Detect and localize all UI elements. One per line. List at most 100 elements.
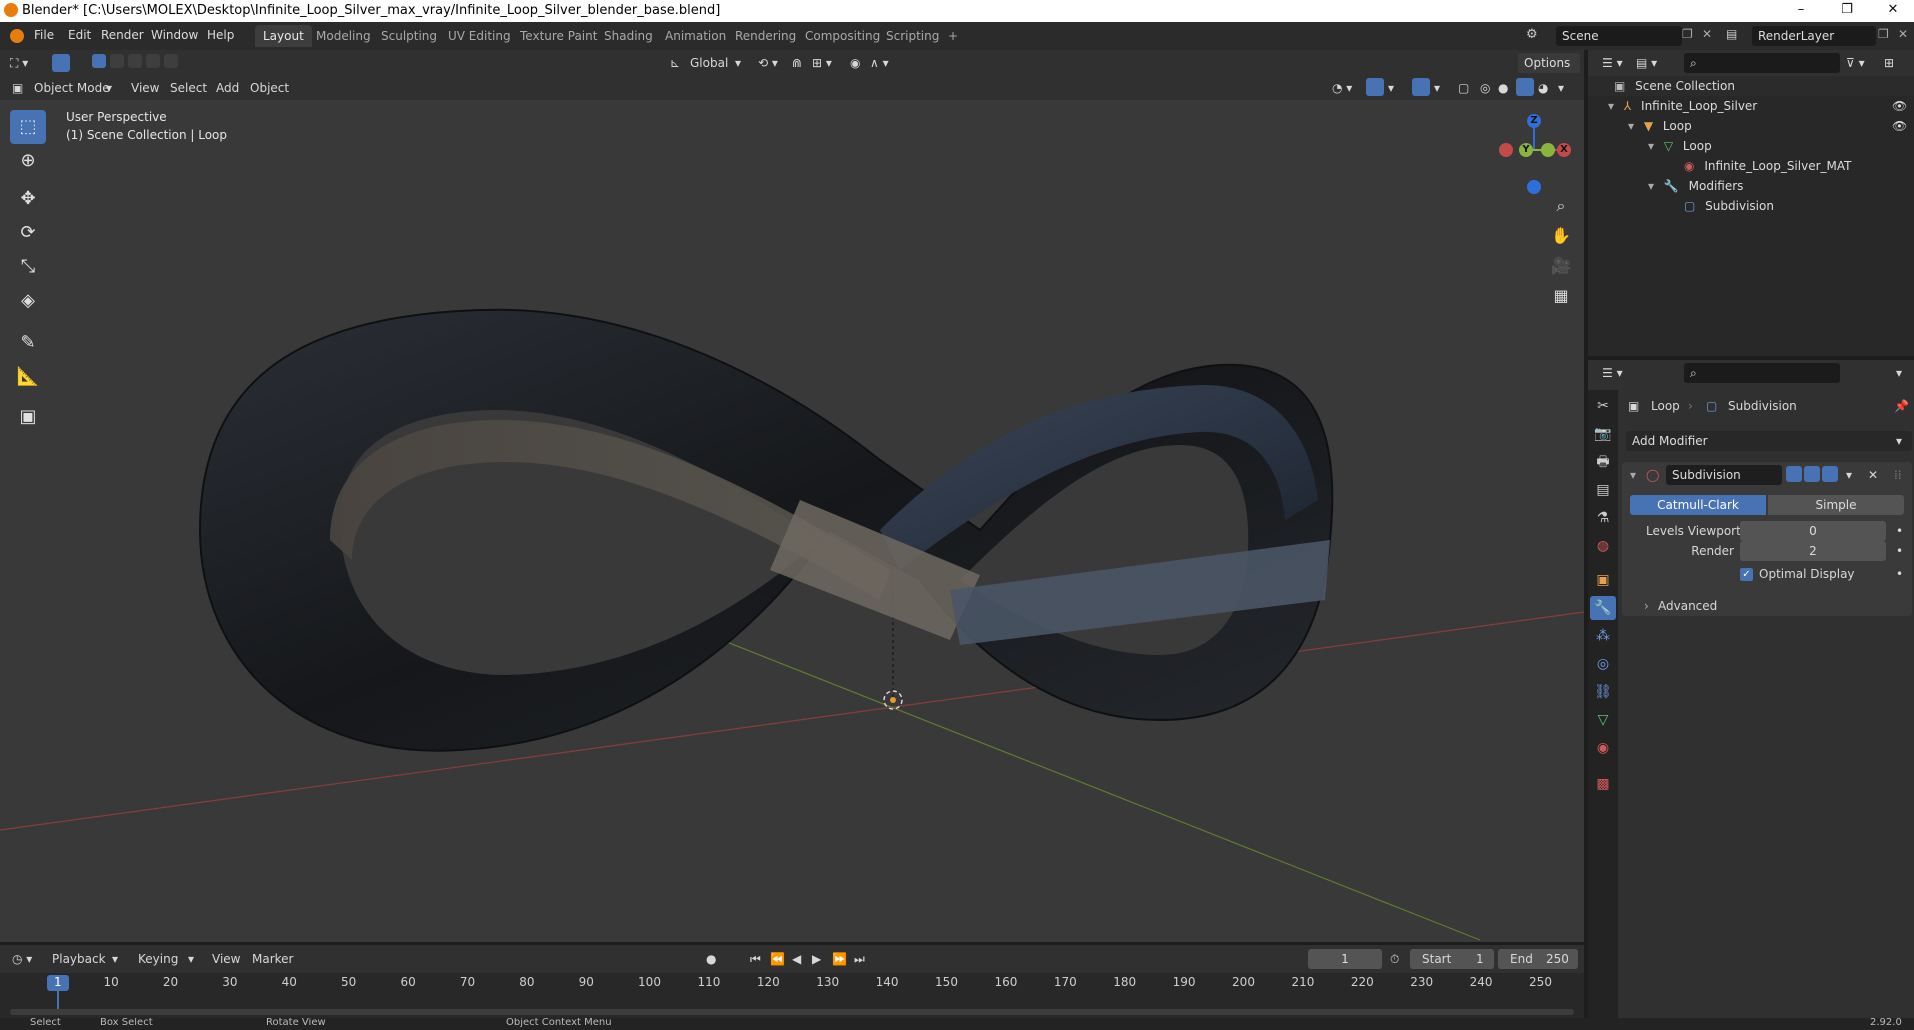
menu-select[interactable]: Select [170,78,207,98]
jump-keyframe-forward-icon[interactable]: ⏩ [832,949,847,969]
tool-rotate-icon[interactable]: ⟳ [10,216,46,250]
drag-handle-icon[interactable]: ⁞⁞ [1894,465,1902,485]
snap-icon[interactable]: ⋒ [792,53,802,73]
outliner-row-scene-collection[interactable]: ▣ Scene Collection [1588,76,1914,96]
shading-chevron-icon[interactable]: ▾ [1558,78,1564,98]
jump-start-icon[interactable]: ⏮ [750,949,761,969]
collapse-modifier-icon[interactable]: ▾ [1630,465,1636,485]
properties-options-chevron-icon[interactable]: ▾ [1896,363,1902,383]
view-layer-tab-icon[interactable]: ▤ [1590,478,1616,502]
menu-object[interactable]: Object [250,78,289,98]
tool-add-cube-icon[interactable]: ▣ [10,400,46,434]
modifier-tab-icon[interactable]: 🔧 [1590,596,1616,620]
tab-compositing[interactable]: Compositing [797,25,888,47]
shading-rendered-icon[interactable]: ◕ [1538,78,1548,98]
gizmo-neg-x-axis[interactable] [1499,143,1513,157]
scene-browse-icon[interactable]: ⚙ [1526,27,1538,42]
select-mode-new-icon[interactable] [92,54,106,68]
visibility-eye-icon[interactable]: 👁 [1892,116,1907,136]
menu-help[interactable]: Help [207,28,234,42]
expand-arrow-icon[interactable]: ▾ [1648,179,1654,193]
tab-layout[interactable]: Layout [255,25,312,47]
new-collection-icon[interactable]: ⊞ [1884,53,1894,73]
outliner-row-loop-object[interactable]: ▾ ▼ Loop 👁 [1588,116,1914,136]
auto-keying-icon[interactable]: ● [706,949,716,969]
select-mode-invert-icon[interactable] [146,54,160,68]
menu-view[interactable]: View [131,78,159,98]
advanced-expand-icon[interactable]: › [1644,596,1649,616]
tab-uv-editing[interactable]: UV Editing [440,25,519,47]
infinity-loop-mesh[interactable] [198,308,1334,752]
gizmo-z-axis[interactable]: Z [1527,114,1541,128]
remove-modifier-icon[interactable]: ✕ [1868,465,1878,485]
play-icon[interactable]: ▶ [812,949,821,969]
gizmo-toggle-icon[interactable] [1366,78,1384,96]
gizmo-chevron-icon[interactable]: ▾ [1388,78,1394,98]
outliner-row-loop-mesh[interactable]: ▾ ▽ Loop [1588,136,1914,156]
material-tab-icon[interactable]: ◉ [1590,736,1616,760]
scene-remove-icon[interactable]: ✕ [1702,27,1712,41]
expand-arrow-icon[interactable]: ▾ [1628,119,1634,133]
outliner-row-infinite-loop-silver[interactable]: ▾ ⅄ Infinite_Loop_Silver 👁 [1588,96,1914,116]
menu-keying[interactable]: Keying [138,949,178,969]
view-layer-field[interactable]: RenderLayer [1752,26,1876,46]
expand-arrow-icon[interactable]: ▾ [1608,99,1614,113]
editor-type-icon[interactable]: ⛶ ▾ [10,53,28,73]
camera-view-icon[interactable]: 🎥 [1547,252,1575,280]
scene-copy-icon[interactable]: ❐ [1682,27,1693,41]
select-tool-icon[interactable] [52,54,70,72]
proportional-edit-icon[interactable]: ◉ [850,53,860,73]
menu-playback[interactable]: Playback [52,949,106,969]
gizmo-neg-z-axis[interactable] [1527,180,1541,194]
display-mode-icon[interactable]: ▤ ▾ [1636,53,1657,73]
physics-tab-icon[interactable]: ◎ [1590,652,1616,676]
filter-icon[interactable]: ⊽ ▾ [1846,53,1865,73]
view-layer-copy-icon[interactable]: ❐ [1878,27,1889,41]
tool-move-icon[interactable]: ✥ [10,182,46,216]
texture-tab-icon[interactable]: ▩ [1590,772,1616,796]
select-mode-intersect-icon[interactable] [164,54,178,68]
options-dropdown[interactable]: Options [1518,53,1580,73]
keyframe-dot-icon[interactable]: • [1896,521,1903,541]
select-mode-subtract-icon[interactable] [128,54,142,68]
overlay-chevron-icon[interactable]: ▾ [1434,78,1440,98]
menu-marker[interactable]: Marker [252,949,293,969]
shading-solid-icon[interactable]: ● [1498,78,1508,98]
shading-wireframe-icon[interactable]: ◎ [1480,78,1490,98]
tab-modeling[interactable]: Modeling [308,25,379,47]
tab-animation[interactable]: Animation [657,25,734,47]
minimize-button[interactable]: – [1778,0,1824,22]
tool-scale-icon[interactable]: ⤡ [10,250,46,284]
keyframe-dot-icon[interactable]: • [1896,564,1903,584]
timeline-scrollbar[interactable] [10,1009,1574,1015]
properties-editor-type-icon[interactable]: ☰ ▾ [1602,363,1623,383]
3d-viewport[interactable]: User Perspective (1) Scene Collection | … [0,100,1584,942]
tab-scripting[interactable]: Scripting [878,25,947,47]
blender-menu-icon[interactable] [10,29,24,43]
object-tab-icon[interactable]: ▣ [1590,568,1616,592]
levels-viewport-field[interactable]: 0 [1740,521,1886,541]
visibility-icon[interactable]: ◔ ▾ [1332,78,1352,98]
zoom-icon[interactable]: ⌕ [1547,192,1575,220]
tool-annotate-icon[interactable]: ✎ [10,326,46,360]
optimal-display-checkbox[interactable]: ✓ [1740,568,1753,581]
jump-keyframe-back-icon[interactable]: ⏪ [770,949,785,969]
constraints-tab-icon[interactable]: ⛓ [1590,680,1616,704]
add-modifier-dropdown[interactable]: Add Modifier [1626,431,1912,451]
view-layer-remove-icon[interactable]: ✕ [1898,27,1908,41]
falloff-icon[interactable]: ∧ ▾ [870,53,889,73]
snap-target-icon[interactable]: ⊞ ▾ [812,53,832,73]
tab-rendering[interactable]: Rendering [727,25,804,47]
overlay-toggle-icon[interactable] [1412,78,1430,96]
render-toggle-icon[interactable] [1822,466,1838,482]
visibility-eye-icon[interactable]: 👁 [1892,96,1907,116]
pin-icon[interactable]: 📌 [1894,396,1909,416]
transform-orientation-dropdown[interactable]: Global [690,53,728,73]
pan-hand-icon[interactable]: ✋ [1547,222,1575,250]
menu-render[interactable]: Render [101,28,144,42]
xray-icon[interactable]: ▢ [1458,78,1469,98]
view-layer-icon[interactable]: ▤ [1726,27,1737,41]
tool-tab-icon[interactable]: ✂ [1590,394,1616,418]
outliner-row-subdivision[interactable]: ▢ Subdivision [1588,196,1914,216]
menu-window[interactable]: Window [151,28,198,42]
